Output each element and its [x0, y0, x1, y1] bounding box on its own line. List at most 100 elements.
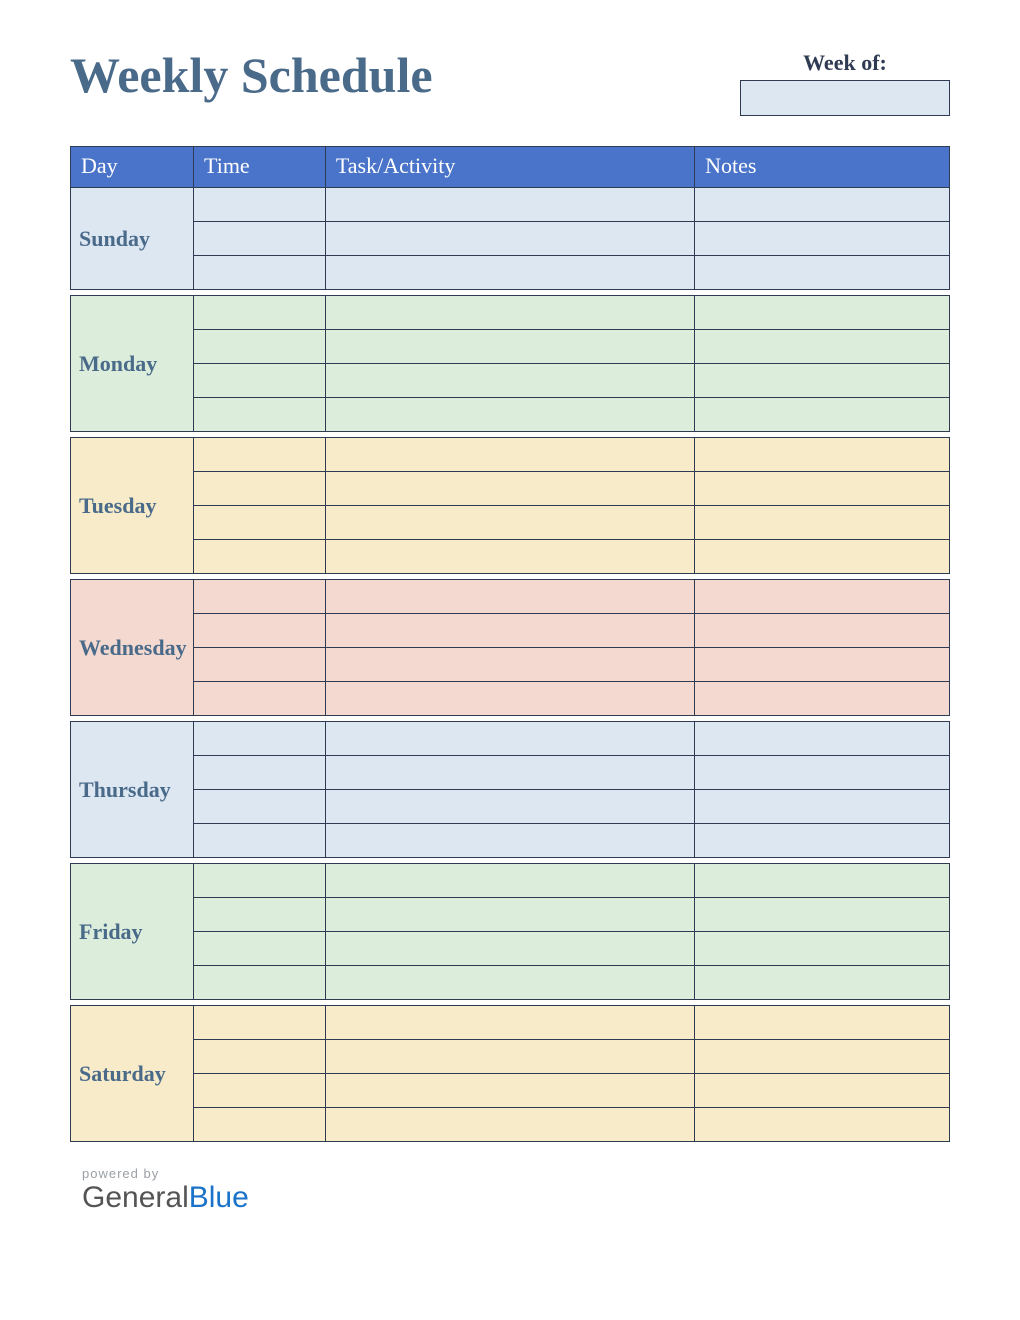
notes-cell[interactable] [695, 756, 950, 790]
notes-cell[interactable] [695, 330, 950, 364]
task-cell[interactable] [325, 756, 694, 790]
table-row [71, 824, 950, 858]
table-row [71, 682, 950, 716]
time-cell[interactable] [194, 1006, 326, 1040]
time-cell[interactable] [194, 472, 326, 506]
task-cell[interactable] [325, 682, 694, 716]
time-cell[interactable] [194, 296, 326, 330]
task-cell[interactable] [325, 438, 694, 472]
table-row [71, 614, 950, 648]
task-cell[interactable] [325, 824, 694, 858]
time-cell[interactable] [194, 364, 326, 398]
task-cell[interactable] [325, 722, 694, 756]
table-row [71, 256, 950, 290]
time-cell[interactable] [194, 790, 326, 824]
task-cell[interactable] [325, 648, 694, 682]
task-cell[interactable] [325, 540, 694, 574]
table-row [71, 472, 950, 506]
task-cell[interactable] [325, 1108, 694, 1142]
time-cell[interactable] [194, 1108, 326, 1142]
notes-cell[interactable] [695, 824, 950, 858]
notes-cell[interactable] [695, 506, 950, 540]
notes-cell[interactable] [695, 580, 950, 614]
day-cell: Saturday [71, 1006, 194, 1142]
brand-part1: General [82, 1181, 189, 1214]
task-cell[interactable] [325, 966, 694, 1000]
notes-cell[interactable] [695, 1006, 950, 1040]
table-row [71, 1074, 950, 1108]
task-cell[interactable] [325, 364, 694, 398]
notes-cell[interactable] [695, 898, 950, 932]
time-cell[interactable] [194, 864, 326, 898]
time-cell[interactable] [194, 648, 326, 682]
time-cell[interactable] [194, 824, 326, 858]
task-cell[interactable] [325, 296, 694, 330]
notes-cell[interactable] [695, 472, 950, 506]
task-cell[interactable] [325, 898, 694, 932]
table-row [71, 398, 950, 432]
time-cell[interactable] [194, 398, 326, 432]
task-cell[interactable] [325, 472, 694, 506]
notes-cell[interactable] [695, 1040, 950, 1074]
task-cell[interactable] [325, 580, 694, 614]
notes-cell[interactable] [695, 966, 950, 1000]
task-cell[interactable] [325, 188, 694, 222]
notes-cell[interactable] [695, 1108, 950, 1142]
time-cell[interactable] [194, 256, 326, 290]
notes-cell[interactable] [695, 614, 950, 648]
time-cell[interactable] [194, 898, 326, 932]
task-cell[interactable] [325, 932, 694, 966]
time-cell[interactable] [194, 330, 326, 364]
task-cell[interactable] [325, 1006, 694, 1040]
time-cell[interactable] [194, 1040, 326, 1074]
notes-cell[interactable] [695, 256, 950, 290]
time-cell[interactable] [194, 580, 326, 614]
time-cell[interactable] [194, 1074, 326, 1108]
time-cell[interactable] [194, 188, 326, 222]
notes-cell[interactable] [695, 222, 950, 256]
notes-cell[interactable] [695, 932, 950, 966]
time-cell[interactable] [194, 756, 326, 790]
table-row [71, 540, 950, 574]
time-cell[interactable] [194, 614, 326, 648]
task-cell[interactable] [325, 790, 694, 824]
notes-cell[interactable] [695, 864, 950, 898]
notes-cell[interactable] [695, 438, 950, 472]
task-cell[interactable] [325, 398, 694, 432]
notes-cell[interactable] [695, 648, 950, 682]
task-cell[interactable] [325, 222, 694, 256]
notes-cell[interactable] [695, 364, 950, 398]
task-cell[interactable] [325, 506, 694, 540]
time-cell[interactable] [194, 438, 326, 472]
notes-cell[interactable] [695, 398, 950, 432]
col-header-time: Time [194, 147, 326, 188]
task-cell[interactable] [325, 1074, 694, 1108]
time-cell[interactable] [194, 722, 326, 756]
task-cell[interactable] [325, 614, 694, 648]
notes-cell[interactable] [695, 296, 950, 330]
time-cell[interactable] [194, 540, 326, 574]
time-cell[interactable] [194, 682, 326, 716]
time-cell[interactable] [194, 506, 326, 540]
notes-cell[interactable] [695, 722, 950, 756]
time-cell[interactable] [194, 932, 326, 966]
table-row: Tuesday [71, 438, 950, 472]
footer: powered by GeneralBlue [70, 1166, 950, 1214]
table-row [71, 966, 950, 1000]
task-cell[interactable] [325, 864, 694, 898]
task-cell[interactable] [325, 1040, 694, 1074]
week-of-label: Week of: [803, 50, 887, 76]
notes-cell[interactable] [695, 682, 950, 716]
notes-cell[interactable] [695, 790, 950, 824]
task-cell[interactable] [325, 330, 694, 364]
task-cell[interactable] [325, 256, 694, 290]
notes-cell[interactable] [695, 540, 950, 574]
time-cell[interactable] [194, 222, 326, 256]
week-of-input[interactable] [740, 80, 950, 116]
table-row [71, 222, 950, 256]
time-cell[interactable] [194, 966, 326, 1000]
notes-cell[interactable] [695, 188, 950, 222]
notes-cell[interactable] [695, 1074, 950, 1108]
table-row: Wednesday [71, 580, 950, 614]
col-header-day: Day [71, 147, 194, 188]
